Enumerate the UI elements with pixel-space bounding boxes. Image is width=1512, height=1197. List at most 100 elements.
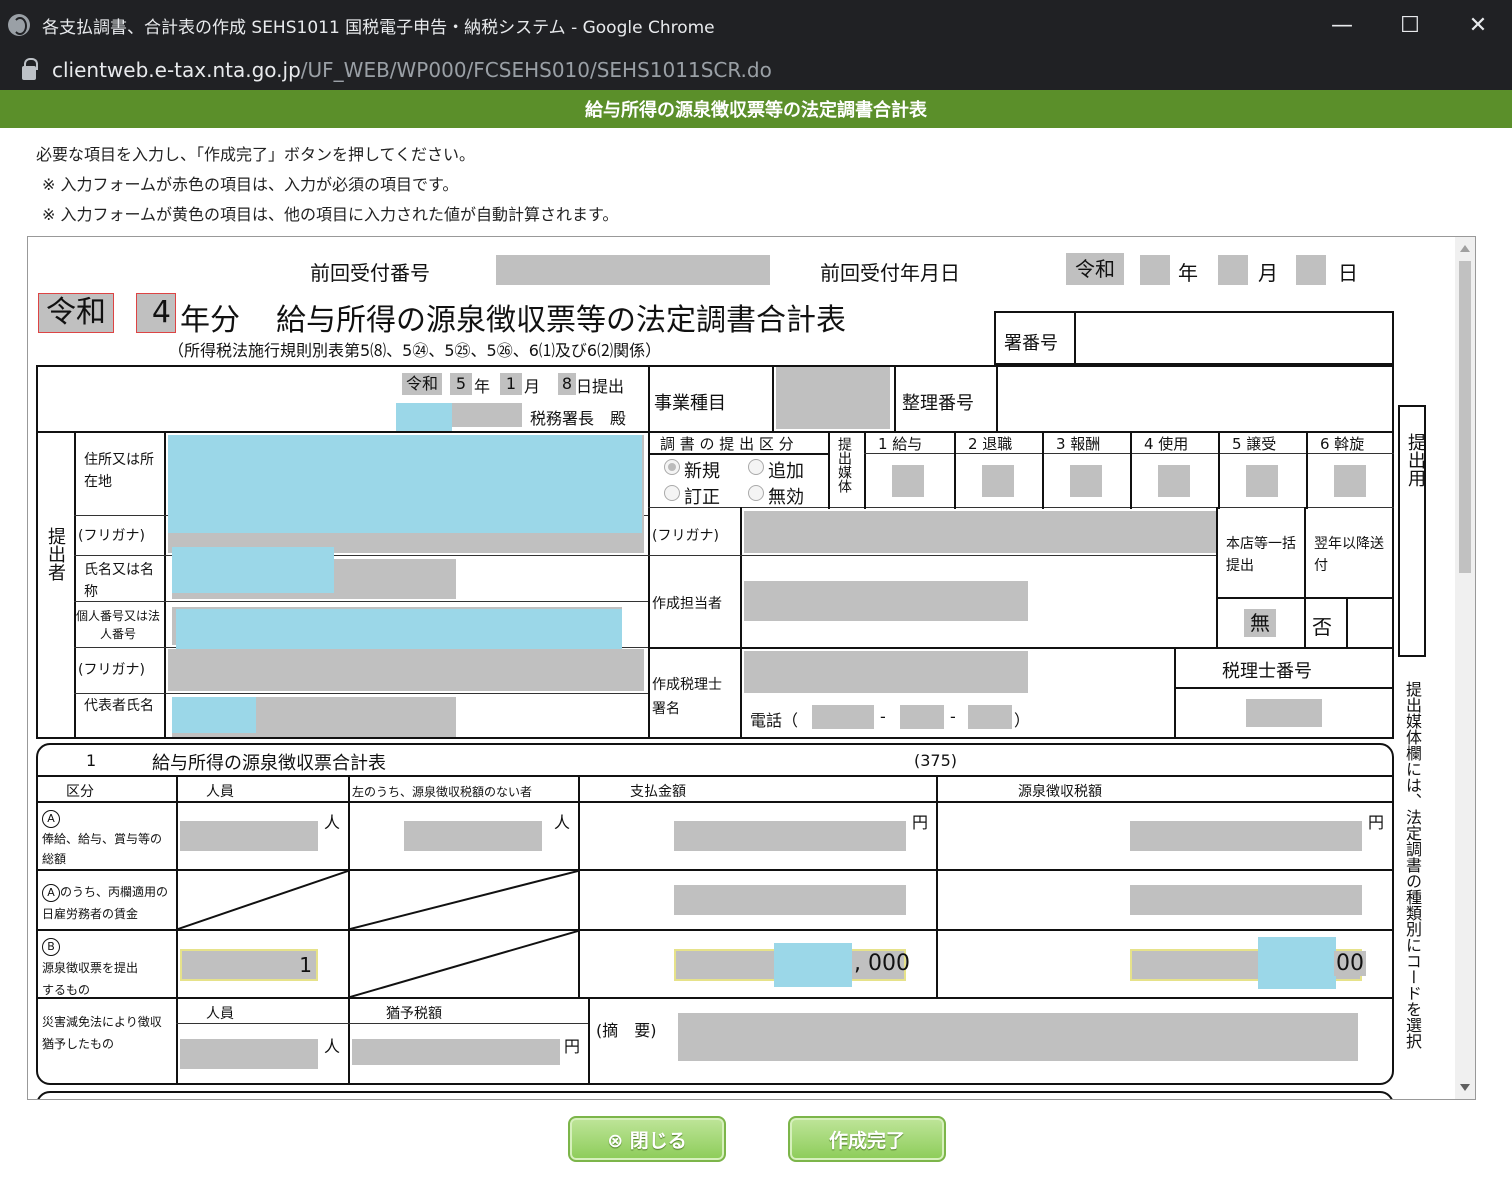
divider bbox=[1346, 597, 1348, 647]
minimize-button[interactable]: — bbox=[1308, 0, 1376, 50]
row-a-withheld-input[interactable] bbox=[1130, 821, 1362, 851]
row-a-people-input[interactable] bbox=[180, 821, 318, 851]
media-select-6[interactable] bbox=[1334, 465, 1366, 497]
submission-type-label: 調 書 の 提 出 区 分 bbox=[660, 435, 794, 453]
phone-area-input[interactable] bbox=[812, 705, 874, 729]
redacted-region bbox=[172, 697, 256, 733]
divider bbox=[936, 775, 938, 997]
day-unit: 日 bbox=[1338, 261, 1358, 285]
phone-label: 電話（ bbox=[750, 711, 799, 730]
business-type-input[interactable] bbox=[776, 367, 890, 429]
remarks-label: (摘 要) bbox=[596, 1021, 657, 1040]
law-reference: （所得税法施行規則別表第5⑻、5㉔、5㉕、5㉖、6⑴及び6⑵関係） bbox=[168, 341, 662, 360]
radio-correct-label: 訂正 bbox=[684, 487, 720, 508]
next-section-edge bbox=[36, 1091, 1394, 1099]
radio-add-label: 追加 bbox=[768, 461, 804, 482]
media-col-2: 2 退職 bbox=[968, 435, 1013, 453]
complete-button[interactable]: 作成完了 bbox=[788, 1116, 946, 1162]
media-select-5[interactable] bbox=[1246, 465, 1278, 497]
disaster-people-input[interactable] bbox=[180, 1039, 318, 1069]
divider bbox=[828, 431, 830, 509]
prev-era-field[interactable]: 令和 bbox=[1066, 253, 1124, 285]
submit-day-suffix: 日提出 bbox=[576, 377, 625, 396]
row-b-no-tax-na bbox=[350, 931, 578, 997]
maximize-button[interactable]: ☐ bbox=[1376, 0, 1444, 50]
col-no-tax: 左のうち、源泉徴収税額のない者 bbox=[352, 785, 533, 799]
row-a-withheld-unit: 円 bbox=[1368, 813, 1385, 832]
section1-no: 1 bbox=[86, 751, 97, 770]
prev-receipt-no-input[interactable] bbox=[496, 255, 770, 285]
form-scrollbar[interactable] bbox=[1455, 237, 1475, 1099]
name-label: 氏名又は名称 bbox=[84, 562, 154, 600]
divider bbox=[578, 775, 580, 997]
disaster-people-label: 人員 bbox=[206, 1006, 234, 1022]
row-a-no-tax-input[interactable] bbox=[404, 821, 542, 851]
row-a-payment-unit: 円 bbox=[912, 813, 929, 832]
row-b-payment-tail: , 000 bbox=[854, 951, 910, 976]
divider bbox=[1174, 647, 1176, 739]
for-submission-label: 提出用 bbox=[1405, 433, 1426, 487]
row-a-people-unit: 人 bbox=[324, 813, 341, 832]
tax-accountant-label: 作成税理士署名 bbox=[652, 677, 722, 717]
remarks-input[interactable] bbox=[678, 1013, 1358, 1061]
radio-new[interactable] bbox=[664, 459, 680, 475]
radio-correct[interactable] bbox=[664, 485, 680, 501]
row-a2-withheld-input[interactable] bbox=[1130, 885, 1362, 915]
prev-month-input[interactable] bbox=[1218, 255, 1248, 285]
preparer-furigana-input[interactable] bbox=[744, 511, 1216, 553]
close-button[interactable]: ⊗ 閉じる bbox=[568, 1116, 726, 1162]
row-a-mark: A bbox=[42, 807, 60, 828]
rep-furigana-input[interactable] bbox=[168, 649, 644, 691]
divider bbox=[36, 801, 1394, 803]
instructions: 必要な項目を入力し、「作成完了」ボタンを押してください。 ※ 入力フォームが赤色… bbox=[36, 140, 618, 230]
row-a2-payment-input[interactable] bbox=[674, 885, 906, 915]
divider bbox=[74, 601, 648, 602]
divider bbox=[996, 365, 998, 431]
row-a2-mark: A bbox=[42, 884, 60, 902]
instruction-main: 必要な項目を入力し、「作成完了」ボタンを押してください。 bbox=[36, 145, 476, 164]
media-select-3[interactable] bbox=[1070, 465, 1102, 497]
media-select-4[interactable] bbox=[1158, 465, 1190, 497]
scroll-up-icon[interactable] bbox=[1460, 245, 1470, 252]
hq-batch-select[interactable]: 無 bbox=[1244, 609, 1276, 637]
divider bbox=[740, 507, 742, 739]
phone-close: ） bbox=[1014, 711, 1031, 730]
form-frame: 前回受付番号 前回受付年月日 令和 年 月 日 令和 4 年分 給与所得の源泉徴… bbox=[27, 236, 1476, 1100]
divider bbox=[648, 647, 1394, 649]
era-select[interactable]: 令和 bbox=[38, 293, 114, 333]
prev-year-input[interactable] bbox=[1140, 255, 1170, 285]
accountant-no-input[interactable] bbox=[1246, 699, 1322, 727]
submit-year[interactable]: 5 bbox=[450, 373, 472, 395]
submit-month[interactable]: 1 bbox=[500, 373, 522, 395]
submitter-label: 提出者 bbox=[45, 527, 66, 581]
form-main-title: 給与所得の源泉徴収票等の法定調書合計表 bbox=[276, 303, 846, 338]
tax-accountant-input[interactable] bbox=[744, 651, 1028, 693]
radio-add[interactable] bbox=[748, 459, 764, 475]
divider bbox=[1174, 687, 1394, 689]
media-select-2[interactable] bbox=[982, 465, 1014, 497]
radio-invalid[interactable] bbox=[748, 485, 764, 501]
scroll-thumb[interactable] bbox=[1459, 261, 1471, 573]
disaster-people-unit: 人 bbox=[324, 1037, 341, 1056]
submit-day[interactable]: 8 bbox=[558, 373, 576, 395]
preparer-input[interactable] bbox=[744, 581, 1028, 621]
scroll-down-icon[interactable] bbox=[1460, 1084, 1470, 1091]
accountant-no-label: 税理士番号 bbox=[1222, 661, 1312, 682]
submit-era[interactable]: 令和 bbox=[402, 373, 442, 395]
close-window-button[interactable]: ✕ bbox=[1444, 0, 1512, 50]
deferred-tax-input[interactable] bbox=[352, 1039, 560, 1065]
phone-mid-input[interactable] bbox=[900, 705, 944, 729]
address-bar[interactable]: clientweb.e-tax.nta.go.jp/UF_WEB/WP000/F… bbox=[0, 50, 1512, 90]
prev-day-input[interactable] bbox=[1296, 255, 1326, 285]
year-input[interactable]: 4 bbox=[136, 293, 176, 333]
divider bbox=[894, 365, 896, 431]
redacted-region bbox=[168, 435, 642, 533]
phone-last-input[interactable] bbox=[968, 705, 1012, 729]
row-b-label: 源泉徴収票を提出するもの bbox=[42, 961, 139, 997]
row-a-payment-input[interactable] bbox=[674, 821, 906, 851]
preparer-label: 作成担当者 bbox=[652, 596, 722, 612]
submit-month-unit: 月 bbox=[524, 377, 541, 396]
globe-icon bbox=[8, 14, 30, 36]
media-select-1[interactable] bbox=[892, 465, 924, 497]
divider bbox=[1306, 431, 1308, 509]
